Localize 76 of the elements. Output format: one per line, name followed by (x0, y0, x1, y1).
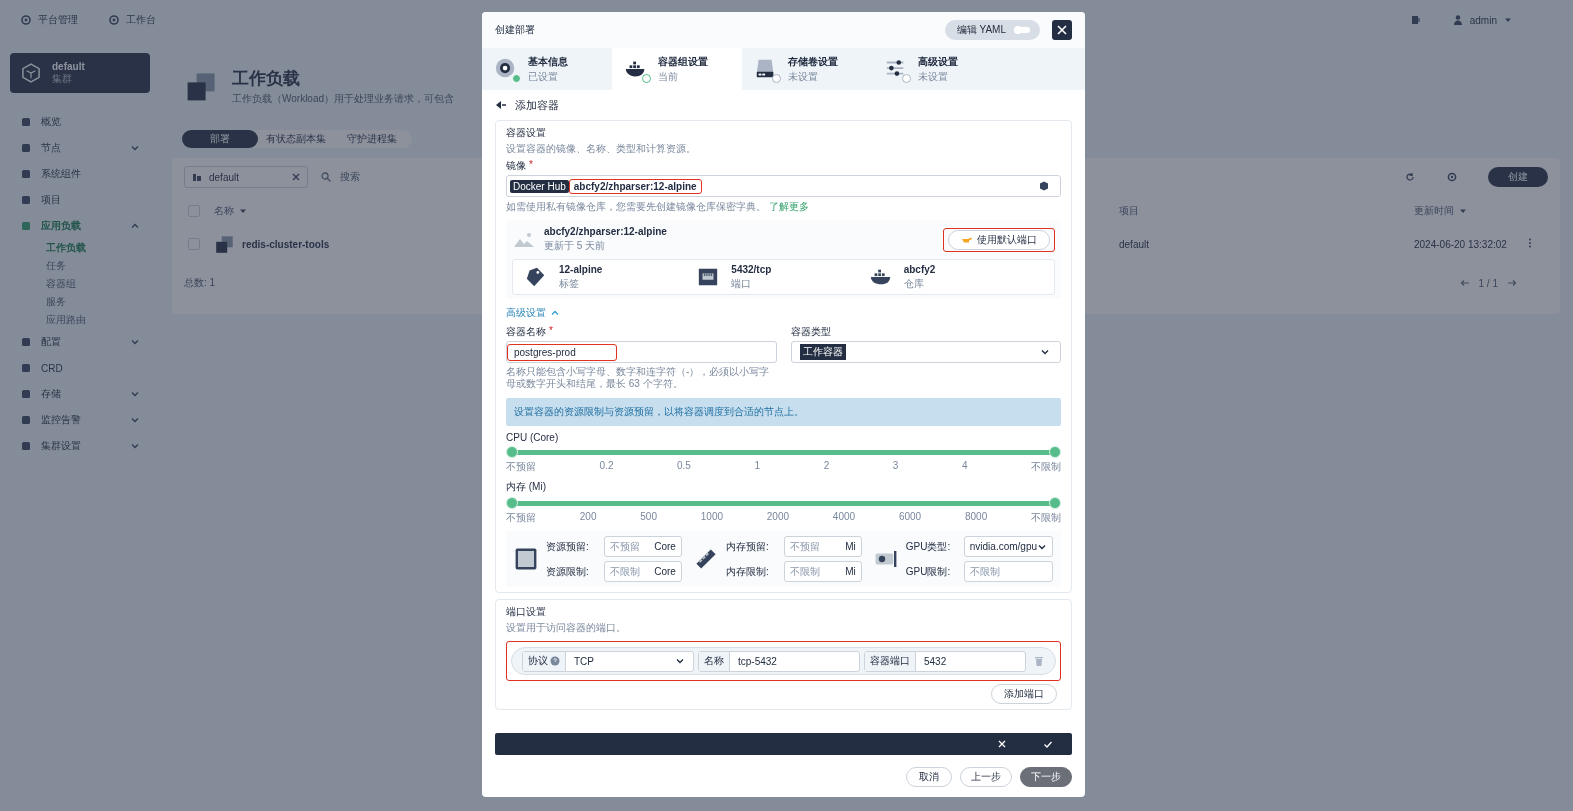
placeholder: 不限制 (610, 564, 640, 579)
slider-label: 内存 (Mi) (506, 480, 547, 494)
card-description: 设置容器的镜像、名称、类型和计算资源。 (506, 142, 697, 156)
tick-label: 6000 (898, 511, 922, 524)
field-label: 资源限制: (546, 564, 590, 579)
required-mark: * (529, 159, 533, 172)
fact-value: abcfy2 (903, 263, 936, 275)
step-title: 存储卷设置 (788, 54, 838, 69)
step-status: 未设置 (788, 69, 819, 84)
required-mark: * (549, 325, 553, 338)
section-title: 添加容器 (515, 97, 559, 113)
step-status: 已设置 (528, 69, 559, 84)
tick-label: 0.5 (677, 460, 691, 473)
tick-label: 3 (892, 460, 899, 473)
info-banner: 设置容器的资源限制与资源预留，以将容器调度到合适的节点上。 (506, 398, 1061, 426)
image-value: abcfy2/zhparser:12-alpine (573, 180, 697, 192)
image-updated: 更新于 5 天前 (544, 239, 607, 253)
field-label: 镜像 (506, 159, 526, 173)
tick-label: 200 (579, 511, 597, 524)
fact-value: 5432/tcp (731, 263, 772, 275)
card-title: 容器设置 (506, 126, 547, 140)
page-title: 工作负载 (232, 67, 300, 90)
cluster-name: default (52, 60, 85, 72)
step-status: 当前 (658, 69, 679, 84)
tick-label: 不限制 (1031, 460, 1061, 474)
tick-label: 不预留 (506, 460, 536, 474)
field-label: 内存限制: (725, 564, 770, 579)
field-label: GPU类型: (905, 539, 952, 554)
unit-label: Mi (845, 566, 856, 577)
unit-label: Core (654, 566, 676, 577)
fact-label: 仓库 (903, 276, 925, 291)
table-cell-text: 2024-06-20 13:32:02 (1414, 238, 1508, 250)
image-name: abcfy2/zhparser:12-alpine (544, 226, 667, 237)
cluster-type: 集群 (52, 71, 73, 86)
tick-label: 4 (961, 460, 968, 473)
tick-label: 2 (823, 460, 830, 473)
selected-type: 工作容器 (799, 344, 846, 360)
step-title: 容器组设置 (658, 54, 708, 69)
field-value: postgres-prod (514, 346, 576, 358)
tick-label: 500 (640, 511, 657, 524)
tick-label: 4000 (832, 511, 856, 524)
step-title: 基本信息 (528, 54, 568, 69)
unit-label: Mi (845, 541, 856, 552)
field-label: 资源预留: (546, 539, 590, 554)
tick-label: 1 (754, 460, 761, 473)
tick-label: 8000 (964, 511, 988, 524)
placeholder: 不限制 (789, 564, 820, 579)
fact-label: 标签 (559, 276, 580, 291)
step-title: 高级设置 (918, 54, 958, 69)
fact-value: 12-alpine (559, 263, 603, 275)
step-status: 未设置 (918, 69, 949, 84)
field-hint: 名称只能包含小写字母、数字和连字符（-），必须以小写字母或数字开头和结尾，最长 63 个字符。 (506, 366, 771, 390)
fact-label: 端口 (731, 276, 753, 291)
field-label: 容器名称 (506, 325, 546, 339)
placeholder: 不预留 (789, 539, 820, 554)
page-description: 工作负载（Workload）用于处理业务请求，可包含 (232, 91, 455, 106)
placeholder: 不预留 (610, 539, 640, 554)
field-label: 内存预留: (725, 539, 770, 554)
tick-label: 不限制 (1031, 511, 1061, 525)
hint-text: 如需使用私有镜像仓库，您需要先创建镜像仓库保密字典。 (506, 200, 766, 214)
field-label: GPU限制: (905, 564, 952, 579)
field-label: 容器类型 (790, 325, 831, 339)
card-title: 端口设置 (506, 605, 547, 619)
unit-label: Core (654, 541, 676, 552)
tick-label: 2000 (766, 511, 790, 524)
modal-title: 创建部署 (495, 23, 535, 37)
tick-label: 0.2 (599, 460, 614, 473)
page-indicator: 1 / 1 (1478, 277, 1498, 289)
slider-label: CPU (Core) (506, 432, 560, 443)
total-count: 总数: 1 (184, 276, 216, 290)
table-cell-text: default (1119, 238, 1151, 250)
card-description: 设置用于访问容器的端口。 (506, 621, 627, 635)
field-value: nvidia.com/gpu (969, 541, 1037, 552)
tick-label: 不预留 (506, 511, 536, 525)
placeholder: 不限制 (969, 564, 1000, 579)
tick-label: 1000 (700, 511, 723, 524)
